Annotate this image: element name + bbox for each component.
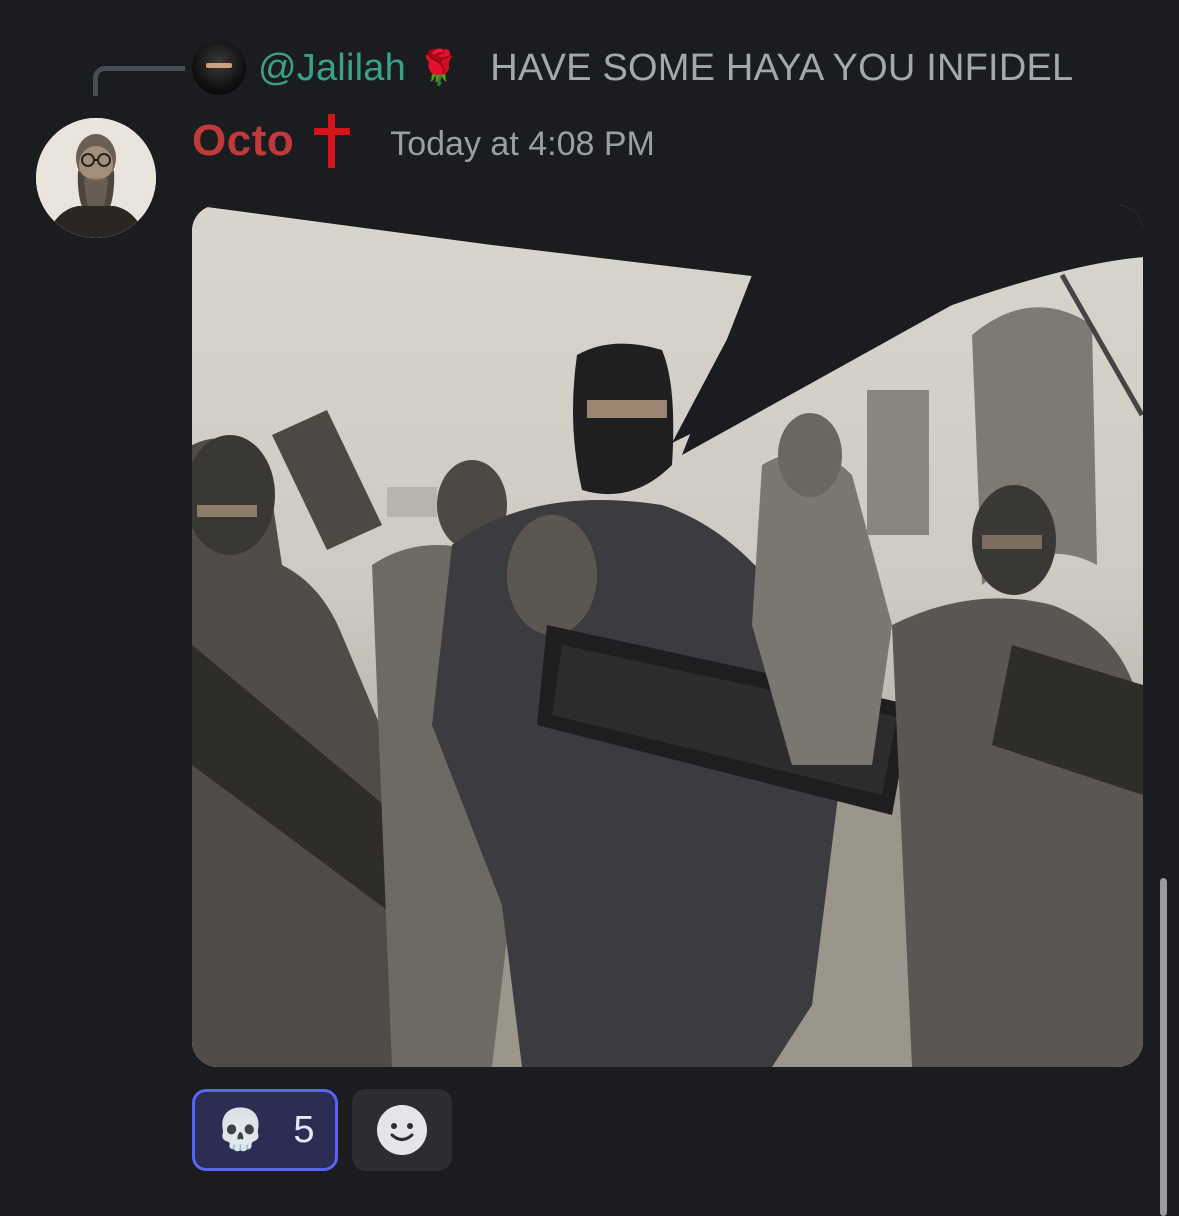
red-cross-icon <box>312 112 352 170</box>
discord-message-view: @Jalilah 🌹 HAVE SOME HAYA YOU INFIDEL Oc… <box>0 0 1179 1216</box>
message-timestamp[interactable]: Today at 4:08 PM <box>390 125 655 164</box>
rose-icon: 🌹 <box>417 49 461 87</box>
message-header: Octo Today at 4:08 PM <box>192 108 655 174</box>
message-attachment-image[interactable] <box>192 205 1143 1067</box>
reply-avatar[interactable] <box>192 41 246 95</box>
add-reaction-icon <box>377 1105 427 1155</box>
reply-author-mention[interactable]: @Jalilah <box>258 47 406 90</box>
add-reaction-button[interactable] <box>352 1089 452 1171</box>
avatar[interactable] <box>36 118 156 238</box>
reply-preview[interactable]: @Jalilah 🌹 HAVE SOME HAYA YOU INFIDEL <box>192 40 1073 96</box>
reaction-skull[interactable]: 💀 5 <box>192 1089 338 1171</box>
scrollbar[interactable] <box>1160 878 1167 1216</box>
author-name[interactable]: Octo <box>192 116 294 166</box>
skull-icon: 💀 <box>215 1108 266 1152</box>
reply-text[interactable]: HAVE SOME HAYA YOU INFIDEL <box>490 47 1073 90</box>
reply-connector <box>93 66 185 96</box>
reaction-count: 5 <box>293 1108 315 1151</box>
